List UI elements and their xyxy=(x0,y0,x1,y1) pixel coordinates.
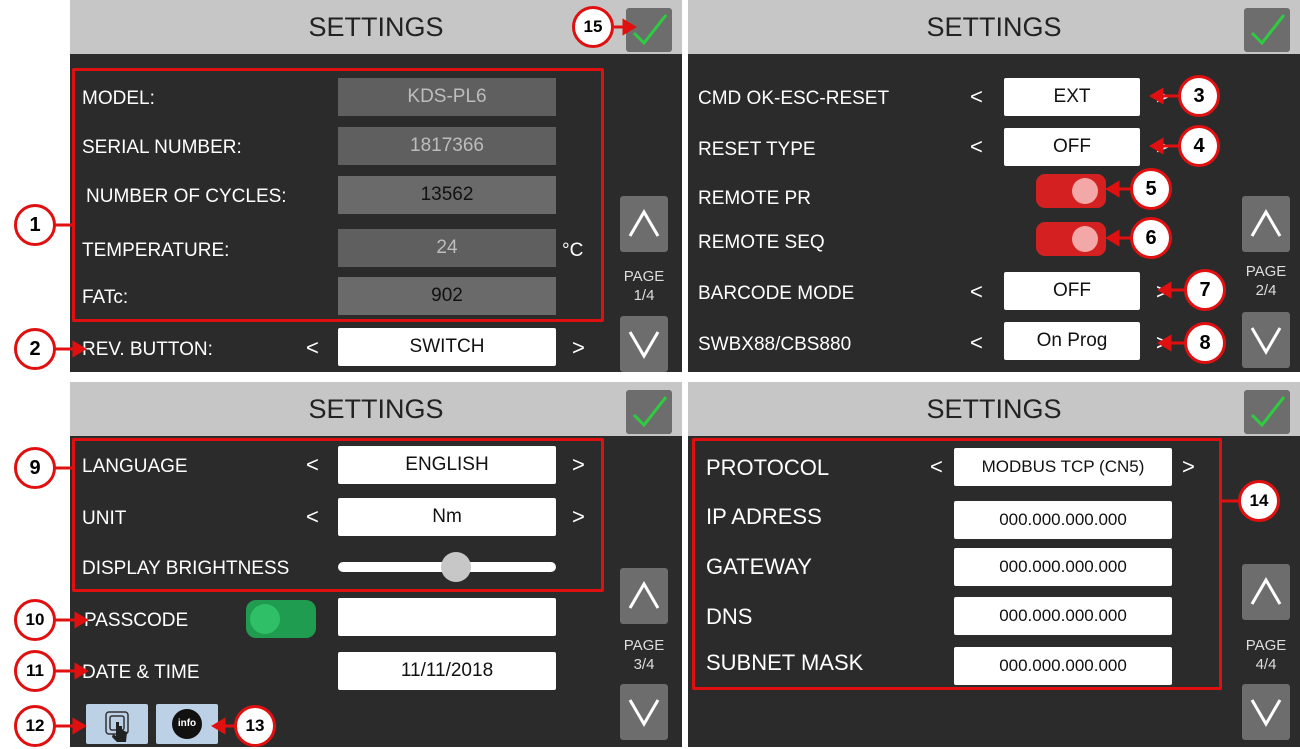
rev-button-prev-arrow[interactable]: < xyxy=(306,329,319,367)
swbx-value[interactable]: On Prog xyxy=(1004,322,1140,360)
barcode-prev-arrow[interactable]: < xyxy=(970,273,983,311)
checkmark-icon xyxy=(632,14,668,46)
panel-header: SETTINGS xyxy=(688,0,1300,54)
toggle-knob xyxy=(250,604,280,634)
chevron-down-icon xyxy=(628,331,660,359)
page-number: 1/4 xyxy=(633,287,655,304)
touch-calibration-button[interactable] xyxy=(86,704,148,744)
chevron-down-icon xyxy=(628,699,660,727)
chevron-down-icon xyxy=(1250,327,1282,355)
page-up-button[interactable] xyxy=(1242,196,1290,252)
annotation-box-9 xyxy=(72,438,604,592)
checkmark-icon xyxy=(1250,396,1286,428)
callout-12: 12 xyxy=(14,705,56,747)
remote-seq-label: REMOTE SEQ xyxy=(698,232,825,253)
page-number: 2/4 xyxy=(1255,282,1277,299)
callout-3: 3 xyxy=(1178,75,1220,117)
callout-14: 14 xyxy=(1238,480,1280,522)
date-time-label: DATE & TIME xyxy=(82,662,200,683)
rev-button-label: REV. BUTTON: xyxy=(82,339,213,360)
cmd-ok-esc-reset-label: CMD OK-ESC-RESET xyxy=(698,88,890,109)
annotation-box-1 xyxy=(72,68,604,322)
page-number: 4/4 xyxy=(1255,656,1277,673)
barcode-next-arrow[interactable]: > xyxy=(1156,273,1169,311)
page-label: PAGE xyxy=(623,268,665,285)
cmd-next-arrow[interactable]: > xyxy=(1156,78,1169,116)
callout-10: 10 xyxy=(14,599,56,641)
callout-8: 8 xyxy=(1184,322,1226,364)
remote-pr-label: REMOTE PR xyxy=(698,188,811,209)
page-label: PAGE xyxy=(1245,263,1287,280)
annotation-box-14 xyxy=(692,438,1222,690)
page-up-button[interactable] xyxy=(620,196,668,252)
reset-type-prev-arrow[interactable]: < xyxy=(970,128,983,166)
page-number: 3/4 xyxy=(633,656,655,673)
swbx-prev-arrow[interactable]: < xyxy=(970,324,983,362)
confirm-check-button[interactable] xyxy=(1244,8,1290,52)
date-time-value[interactable]: 11/11/2018 xyxy=(338,652,556,690)
passcode-label: PASSCODE xyxy=(84,610,189,631)
chevron-down-icon xyxy=(1250,699,1282,727)
callout-7: 7 xyxy=(1184,269,1226,311)
callout-5: 5 xyxy=(1130,168,1172,210)
callout-2: 2 xyxy=(14,328,56,370)
confirm-check-button[interactable] xyxy=(1244,390,1290,434)
chevron-up-icon xyxy=(1250,577,1282,605)
rev-button-next-arrow[interactable]: > xyxy=(572,329,585,367)
confirm-check-button[interactable] xyxy=(626,8,672,52)
cmd-prev-arrow[interactable]: < xyxy=(970,78,983,116)
passcode-toggle[interactable] xyxy=(246,600,316,638)
touch-hand-icon xyxy=(105,711,129,742)
chevron-up-icon xyxy=(1250,209,1282,237)
chevron-up-icon xyxy=(628,581,660,609)
callout-11: 11 xyxy=(14,650,56,692)
page-label: PAGE xyxy=(623,637,665,654)
chevron-up-icon xyxy=(628,209,660,237)
remote-seq-toggle[interactable] xyxy=(1036,222,1106,256)
page-down-button[interactable] xyxy=(1242,312,1290,368)
barcode-mode-value[interactable]: OFF xyxy=(1004,272,1140,310)
checkmark-icon xyxy=(632,396,668,428)
panel-header: SETTINGS xyxy=(70,382,682,436)
callout-9: 9 xyxy=(14,447,56,489)
info-button[interactable]: info xyxy=(156,704,218,744)
settings-panel-page-2: SETTINGS CMD OK-ESC-RESET < EXT > RESET … xyxy=(688,0,1300,372)
swbx-next-arrow[interactable]: > xyxy=(1156,324,1169,362)
toggle-knob xyxy=(1072,178,1098,204)
remote-pr-toggle[interactable] xyxy=(1036,174,1106,208)
panel-header: SETTINGS xyxy=(688,382,1300,436)
reset-type-label: RESET TYPE xyxy=(698,139,816,160)
page-up-button[interactable] xyxy=(620,568,668,624)
page-up-button[interactable] xyxy=(1242,564,1290,620)
page-down-button[interactable] xyxy=(1242,684,1290,740)
page-down-button[interactable] xyxy=(620,316,668,372)
page-label: PAGE xyxy=(1245,637,1287,654)
reset-type-value[interactable]: OFF xyxy=(1004,128,1140,166)
cmd-ok-esc-reset-value[interactable]: EXT xyxy=(1004,78,1140,116)
barcode-mode-label: BARCODE MODE xyxy=(698,283,855,304)
swbx-label: SWBX88/CBS880 xyxy=(698,334,852,355)
callout-15: 15 xyxy=(572,6,614,48)
info-icon: info xyxy=(172,709,202,739)
callout-1: 1 xyxy=(14,204,56,246)
toggle-knob xyxy=(1072,226,1098,252)
confirm-check-button[interactable] xyxy=(626,390,672,434)
callout-6: 6 xyxy=(1130,217,1172,259)
callout-4: 4 xyxy=(1178,125,1220,167)
page-down-button[interactable] xyxy=(620,684,668,740)
rev-button-value[interactable]: SWITCH xyxy=(338,328,556,366)
reset-type-next-arrow[interactable]: > xyxy=(1156,128,1169,166)
callout-13: 13 xyxy=(234,705,276,747)
passcode-input[interactable] xyxy=(338,598,556,636)
checkmark-icon xyxy=(1250,14,1286,46)
